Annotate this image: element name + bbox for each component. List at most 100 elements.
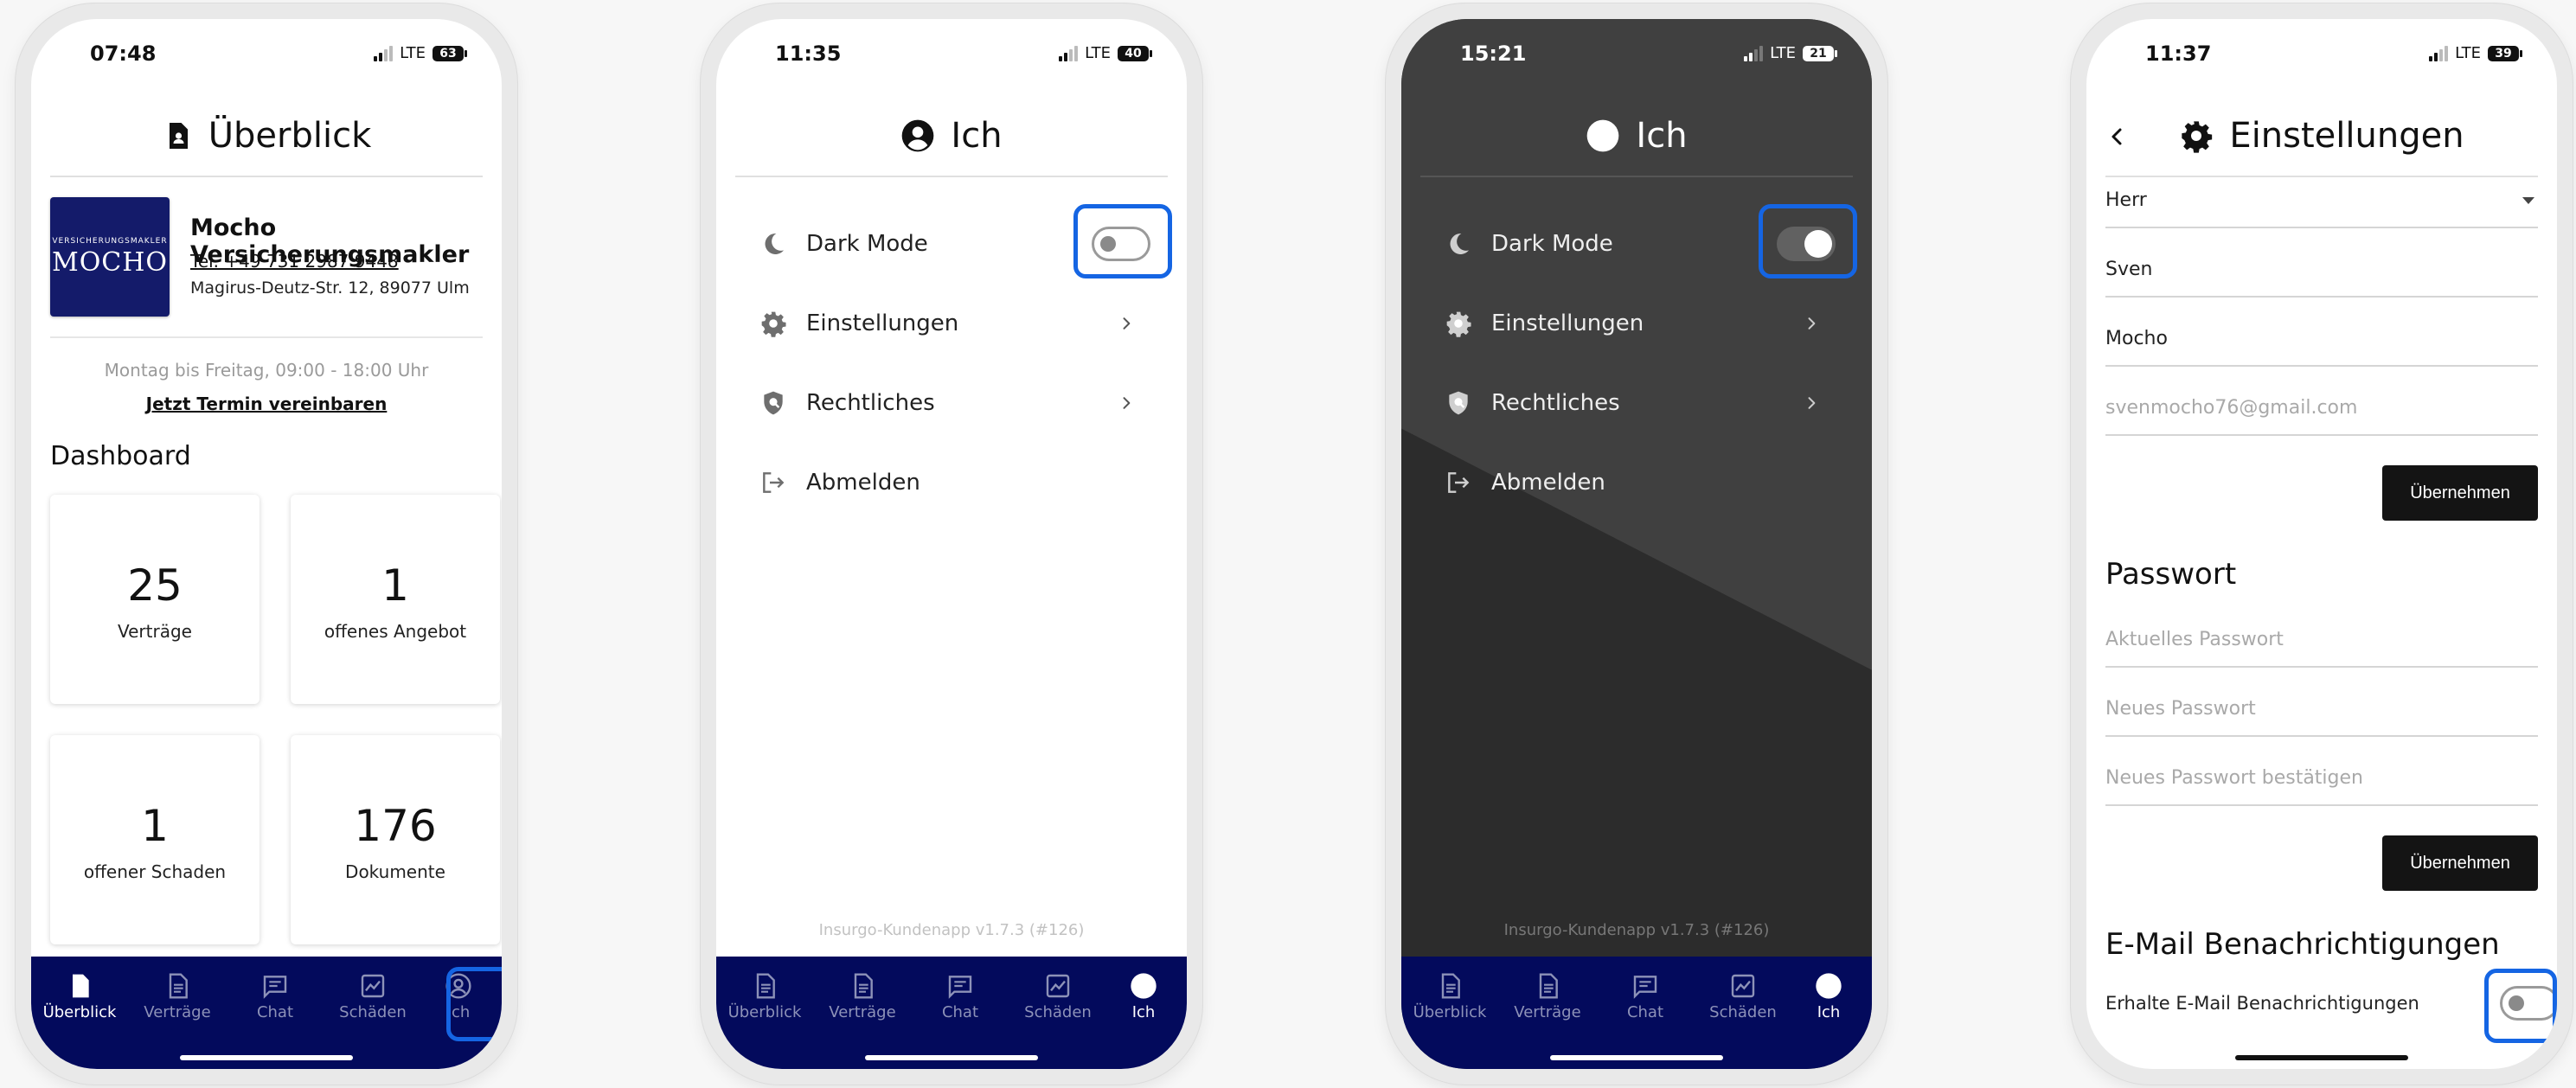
menu-legal[interactable]: Rechtliches [759, 377, 1144, 429]
tab-label: Ich [1817, 1003, 1841, 1021]
page-header: Überblick [31, 106, 502, 166]
chevron-right-icon [1803, 315, 1820, 332]
menu-settings[interactable]: Einstellungen [759, 298, 1144, 349]
tab-label: Schäden [1709, 1003, 1777, 1021]
signal-icon [1744, 45, 1764, 61]
card-value: 1 [141, 801, 169, 851]
home-indicator [2235, 1055, 2408, 1060]
tab-claims[interactable]: Schäden [330, 965, 416, 1034]
logout-icon [1445, 469, 1472, 496]
user-icon [900, 118, 935, 153]
tab-claims[interactable]: Schäden [1700, 965, 1786, 1034]
card-claims[interactable]: 1 offener Schaden [50, 735, 260, 944]
tab-chat[interactable]: Chat [232, 965, 318, 1034]
broker-phone-link[interactable]: Tel. +49 731 2987 9448 [190, 251, 399, 272]
overview-icon [751, 972, 779, 1000]
tab-overview[interactable]: Überblick [36, 965, 123, 1034]
card-value: 176 [354, 801, 437, 851]
notifications-label: Erhalte E-Mail Benachrichtigungen [2105, 993, 2419, 1014]
shield-icon [759, 389, 787, 417]
menu-settings[interactable]: Einstellungen [1445, 298, 1829, 349]
menu-label: Rechtliches [806, 390, 935, 416]
tab-label: Überblick [727, 1003, 802, 1021]
tab-label: Ich [1131, 1003, 1156, 1021]
chevron-right-icon [1118, 394, 1135, 412]
card-label: Dokumente [345, 861, 445, 882]
tab-overview[interactable]: Überblick [1407, 965, 1493, 1034]
tab-label: Chat [1626, 1003, 1664, 1021]
overview-icon [1436, 972, 1464, 1000]
card-documents[interactable]: 176 Dokumente [291, 735, 500, 944]
apply-password-button[interactable]: Übernehmen [2382, 835, 2538, 891]
chat-icon [1631, 972, 1659, 1000]
menu-label: Rechtliches [1491, 390, 1620, 416]
overview-icon [66, 972, 93, 1000]
menu-logout[interactable]: Abmelden [1445, 457, 1829, 509]
page-title: Überblick [208, 116, 372, 156]
page-header: Ich [716, 106, 1187, 166]
tab-bar: Überblick Verträge Chat Schäden Ich [1401, 957, 1872, 1069]
tab-me[interactable]: Ich [1785, 965, 1872, 1034]
notifications-section-title: E-Mail Benachrichtigungen [2105, 927, 2500, 962]
first-name-field[interactable]: Sven [2105, 228, 2538, 298]
card-value: 25 [127, 560, 183, 611]
new-password-field[interactable]: Neues Passwort [2105, 668, 2538, 737]
last-name-value: Mocho [2105, 328, 2168, 349]
tab-bar: Überblick Verträge Chat Schäden Ich [716, 957, 1187, 1069]
tab-label: Verträge [1514, 1003, 1581, 1021]
tab-chat[interactable]: Chat [1602, 965, 1688, 1034]
tab-me[interactable]: Ich [1100, 965, 1187, 1034]
card-contracts[interactable]: 25 Verträge [50, 495, 260, 704]
tab-label: Schäden [339, 1003, 407, 1021]
highlight-tab-me [446, 967, 502, 1041]
new-password-placeholder: Neues Passwort [2105, 698, 2256, 720]
status-time: 11:35 [775, 42, 842, 66]
network-label: LTE [2455, 44, 2481, 62]
salutation-select[interactable]: Herr [2105, 163, 2538, 228]
page-header: Einstellungen [2086, 106, 2557, 166]
tab-bar: Überblick Verträge Chat Schäden Ich [31, 957, 502, 1069]
battery-icon: 63 [433, 45, 467, 61]
apply-profile-button[interactable]: Übernehmen [2382, 465, 2538, 521]
network-label: LTE [1770, 44, 1796, 62]
status-bar: 15:21 LTE 21 [1401, 36, 1872, 71]
tab-label: Chat [256, 1003, 294, 1021]
home-indicator [180, 1055, 353, 1060]
current-password-field[interactable]: Aktuelles Passwort [2105, 598, 2538, 668]
signal-icon [2429, 45, 2449, 61]
card-offers[interactable]: 1 offenes Angebot [291, 495, 500, 704]
header-divider [1420, 176, 1853, 177]
settings-screen: 11:37 LTE 39 Einstellungen Herr Sven Moc… [2086, 19, 2557, 1069]
status-time: 15:21 [1460, 42, 1527, 66]
tab-contracts[interactable]: Verträge [819, 965, 906, 1034]
email-placeholder: svenmocho76@gmail.com [2105, 397, 2358, 419]
phone-overview: 07:48 LTE 63 Überblick VERSICHERUNGSMAKL… [16, 3, 517, 1085]
tab-label: Verträge [829, 1003, 896, 1021]
tab-claims[interactable]: Schäden [1015, 965, 1101, 1034]
home-indicator [1550, 1055, 1723, 1060]
me-screen-dark: 15:21 LTE 21 Ich Dark Mode Einstellungen… [1401, 19, 1872, 1069]
home-indicator [865, 1055, 1038, 1060]
menu-label: Abmelden [806, 470, 920, 496]
status-bar: 07:48 LTE 63 [31, 36, 502, 71]
status-bar: 11:35 LTE 40 [716, 36, 1187, 71]
tab-contracts[interactable]: Verträge [134, 965, 221, 1034]
password-section-title: Passwort [2105, 557, 2237, 592]
email-field[interactable]: svenmocho76@gmail.com [2105, 367, 2538, 436]
tab-contracts[interactable]: Verträge [1504, 965, 1591, 1034]
tab-chat[interactable]: Chat [917, 965, 1003, 1034]
app-version: Insurgo-Kundenapp v1.7.3 (#126) [1503, 921, 1770, 939]
shield-icon [1445, 389, 1472, 417]
tab-overview[interactable]: Überblick [721, 965, 808, 1034]
menu-logout[interactable]: Abmelden [759, 457, 1144, 509]
divider [50, 336, 483, 338]
network-label: LTE [1085, 44, 1111, 62]
appointment-link[interactable]: Jetzt Termin vereinbaren [31, 394, 502, 414]
overview-screen: 07:48 LTE 63 Überblick VERSICHERUNGSMAKL… [31, 19, 502, 1069]
confirm-password-field[interactable]: Neues Passwort bestätigen [2105, 737, 2538, 806]
menu-legal[interactable]: Rechtliches [1445, 377, 1829, 429]
status-time: 11:37 [2145, 42, 2212, 66]
chart-icon [1729, 972, 1757, 1000]
last-name-field[interactable]: Mocho [2105, 298, 2538, 367]
chat-icon [261, 972, 289, 1000]
